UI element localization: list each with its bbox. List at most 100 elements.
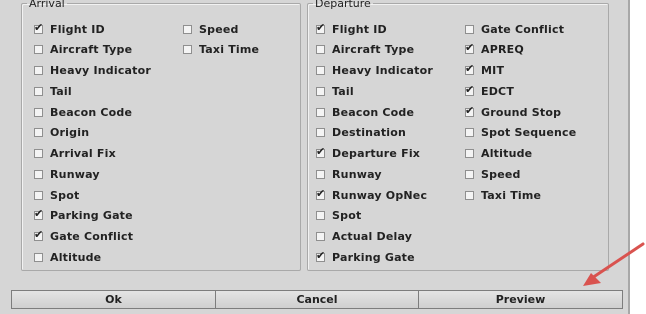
checkbox-box[interactable]: ✔ bbox=[465, 103, 475, 117]
arrival-parking-gate-checkbox[interactable]: ✔ Parking Gate bbox=[34, 208, 133, 223]
checkmark-icon: ✔ bbox=[316, 20, 326, 34]
checkbox-box[interactable]: ✔ bbox=[34, 252, 43, 262]
departure-spot-checkbox[interactable]: ✔ Spot bbox=[316, 209, 361, 223]
checkbox-box[interactable]: ✔ bbox=[316, 169, 325, 179]
checkbox-box[interactable]: ✔ bbox=[465, 190, 474, 200]
checkbox-box[interactable]: ✔ bbox=[316, 232, 325, 241]
preview-button[interactable]: Preview bbox=[419, 290, 623, 309]
checkmark-icon: ✔ bbox=[34, 228, 44, 241]
checkbox-label: APREQ bbox=[481, 43, 524, 57]
departure-parking-gate-checkbox[interactable]: ✔ Parking Gate bbox=[316, 250, 415, 264]
arrival-runway-checkbox[interactable]: ✔ Runway bbox=[34, 167, 100, 181]
checkbox-box[interactable]: ✔ bbox=[34, 45, 43, 55]
arrival-arrival-fix-checkbox[interactable]: ✔ Arrival Fix bbox=[34, 147, 116, 161]
arrival-origin-checkbox[interactable]: ✔ Origin bbox=[34, 126, 89, 140]
checkbox-box[interactable]: ✔ bbox=[316, 211, 325, 221]
checkbox-box[interactable]: ✔ bbox=[34, 128, 43, 138]
checkbox-box[interactable]: ✔ bbox=[34, 208, 43, 221]
checkbox-box[interactable]: ✔ bbox=[316, 66, 325, 75]
checkbox-label: Beacon Code bbox=[332, 105, 415, 119]
arrival-taxi-time-checkbox[interactable]: ✔ Taxi Time bbox=[183, 43, 259, 57]
checkbox-label: Runway OpNec bbox=[332, 188, 428, 202]
departure-departure-fix-checkbox[interactable]: ✔ Departure Fix bbox=[316, 146, 421, 161]
departure-aircraft-type-checkbox[interactable]: ✔ Aircraft Type bbox=[316, 43, 414, 57]
departure-flight-id-checkbox[interactable]: ✔ Flight ID bbox=[316, 22, 387, 36]
checkbox-box[interactable]: ✔ bbox=[316, 107, 325, 117]
annotation-arrow-icon bbox=[583, 242, 645, 286]
checkbox-box[interactable]: ✔ bbox=[34, 22, 43, 34]
checkbox-label: Runway bbox=[50, 167, 100, 181]
checkbox-box[interactable]: ✔ bbox=[34, 149, 43, 158]
checkmark-icon: ✔ bbox=[316, 186, 326, 200]
departure-spot-sequence-checkbox[interactable]: ✔ Spot Sequence bbox=[465, 126, 576, 140]
checkbox-box[interactable]: ✔ bbox=[34, 228, 44, 241]
arrival-flight-id-checkbox[interactable]: ✔ Flight ID bbox=[34, 22, 105, 36]
checkbox-box[interactable]: ✔ bbox=[316, 146, 325, 158]
departure-runway-checkbox[interactable]: ✔ Runway bbox=[316, 167, 382, 181]
departure-destination-checkbox[interactable]: ✔ Destination bbox=[316, 126, 406, 140]
arrival-aircraft-type-checkbox[interactable]: ✔ Aircraft Type bbox=[34, 43, 132, 57]
checkbox-box[interactable]: ✔ bbox=[183, 45, 192, 55]
departure-taxi-time-checkbox[interactable]: ✔ Taxi Time bbox=[465, 188, 541, 202]
departure-ground-stop-checkbox[interactable]: ✔ Ground Stop bbox=[465, 105, 561, 119]
checkbox-box[interactable]: ✔ bbox=[34, 190, 43, 200]
departure-runway-opnec-checkbox[interactable]: ✔ Runway OpNec bbox=[316, 188, 427, 202]
checkbox-label: Runway bbox=[332, 167, 382, 181]
departure-beacon-code-checkbox[interactable]: ✔ Beacon Code bbox=[316, 105, 414, 119]
arrival-gate-conflict-checkbox[interactable]: ✔ Gate Conflict bbox=[34, 228, 133, 244]
checkbox-label: Heavy Indicator bbox=[332, 64, 434, 77]
cancel-button[interactable]: Cancel bbox=[216, 290, 419, 309]
checkmark-icon: ✔ bbox=[465, 82, 475, 96]
checkbox-label: Tail bbox=[332, 84, 354, 98]
checkbox-label: Actual Delay bbox=[332, 230, 413, 243]
departure-edct-checkbox[interactable]: ✔ EDCT bbox=[465, 84, 514, 98]
checkbox-box[interactable]: ✔ bbox=[316, 20, 326, 34]
departure-speed-checkbox[interactable]: ✔ Speed bbox=[465, 167, 521, 181]
checkbox-box[interactable]: ✔ bbox=[34, 86, 43, 96]
checkbox-box[interactable]: ✔ bbox=[316, 45, 325, 55]
checkbox-box[interactable]: ✔ bbox=[465, 82, 475, 96]
arrival-beacon-code-checkbox[interactable]: ✔ Beacon Code bbox=[34, 105, 132, 119]
checkbox-label: Altitude bbox=[481, 147, 533, 160]
arrival-altitude-checkbox[interactable]: ✔ Altitude bbox=[34, 250, 101, 264]
departure-tail-checkbox[interactable]: ✔ Tail bbox=[316, 84, 354, 98]
checkbox-label: Taxi Time bbox=[481, 188, 542, 202]
checkmark-icon: ✔ bbox=[465, 103, 475, 117]
checkbox-box[interactable]: ✔ bbox=[465, 149, 474, 158]
checkbox-box[interactable]: ✔ bbox=[465, 42, 474, 55]
departure-apreq-checkbox[interactable]: ✔ APREQ bbox=[465, 42, 524, 57]
checkbox-label: Spot Sequence bbox=[481, 126, 577, 140]
checkbox-box[interactable]: ✔ bbox=[34, 66, 43, 75]
checkbox-label: Tail bbox=[50, 84, 72, 98]
checkbox-box[interactable]: ✔ bbox=[465, 169, 474, 179]
checkbox-box[interactable]: ✔ bbox=[316, 128, 325, 138]
ok-button[interactable]: Ok bbox=[11, 290, 216, 309]
departure-actual-delay-checkbox[interactable]: ✔ Actual Delay bbox=[316, 230, 412, 244]
departure-heavy-indicator-checkbox[interactable]: ✔ Heavy Indicator bbox=[316, 64, 433, 78]
checkbox-box[interactable]: ✔ bbox=[316, 250, 325, 262]
departure-altitude-checkbox[interactable]: ✔ Altitude bbox=[465, 147, 532, 161]
checkbox-box[interactable]: ✔ bbox=[316, 186, 326, 200]
arrival-heavy-indicator-checkbox[interactable]: ✔ Heavy Indicator bbox=[34, 64, 151, 78]
departure-gate-conflict-checkbox[interactable]: ✔ Gate Conflict bbox=[465, 22, 564, 36]
checkbox-label: Departure Fix bbox=[332, 147, 421, 160]
departure-mit-checkbox[interactable]: ✔ MIT bbox=[465, 63, 505, 78]
checkbox-label: Speed bbox=[199, 22, 239, 36]
checkbox-box[interactable]: ✔ bbox=[34, 169, 43, 179]
checkbox-box[interactable]: ✔ bbox=[316, 86, 325, 96]
checkbox-label: Taxi Time bbox=[199, 43, 260, 57]
checkbox-label: MIT bbox=[481, 64, 505, 77]
checkbox-label: Destination bbox=[332, 126, 407, 140]
checkbox-box[interactable]: ✔ bbox=[465, 63, 474, 75]
arrival-tail-checkbox[interactable]: ✔ Tail bbox=[34, 84, 72, 98]
checkbox-label: Aircraft Type bbox=[50, 43, 133, 57]
checkbox-box[interactable]: ✔ bbox=[465, 24, 474, 34]
checkbox-box[interactable]: ✔ bbox=[465, 128, 474, 138]
checkbox-label: Speed bbox=[481, 167, 521, 181]
checkbox-box[interactable]: ✔ bbox=[183, 24, 192, 34]
arrival-spot-checkbox[interactable]: ✔ Spot bbox=[34, 188, 79, 202]
checkbox-label: Altitude bbox=[50, 250, 102, 264]
checkbox-label: Spot bbox=[332, 209, 362, 223]
checkbox-box[interactable]: ✔ bbox=[34, 107, 43, 117]
arrival-speed-checkbox[interactable]: ✔ Speed bbox=[183, 22, 239, 36]
